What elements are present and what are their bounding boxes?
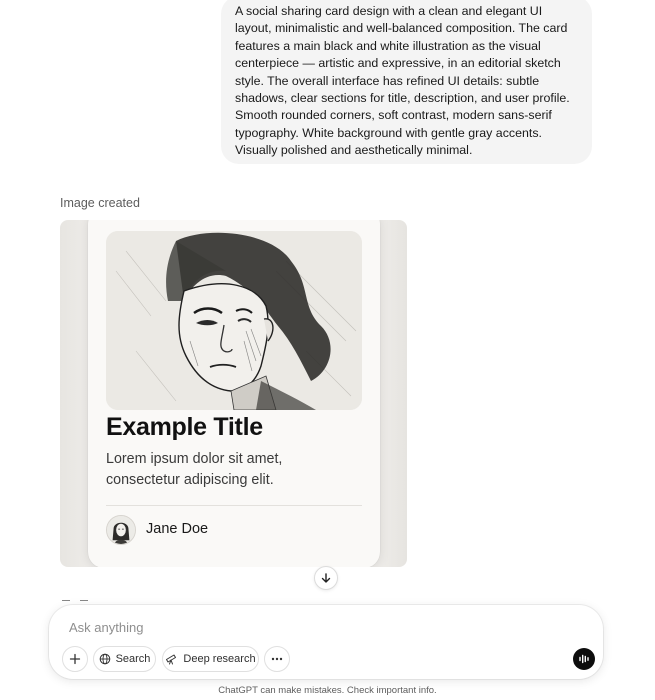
sketch-portrait-illustration — [106, 231, 362, 410]
voice-waveform-icon — [579, 654, 589, 664]
search-button-label: Search — [115, 653, 151, 665]
disclaimer-text: ChatGPT can make mistakes. Check importa… — [218, 685, 437, 696]
search-button[interactable]: Search — [93, 646, 156, 672]
prompt-input[interactable] — [69, 617, 569, 637]
card-divider — [106, 505, 362, 506]
more-tools-button[interactable] — [264, 646, 290, 672]
plus-icon — [69, 653, 81, 665]
deep-research-button[interactable]: Deep research — [162, 646, 259, 672]
card-description: Lorem ipsum dolor sit amet, consectetur … — [106, 451, 283, 488]
add-button[interactable] — [62, 646, 88, 672]
globe-icon — [99, 653, 110, 665]
voice-mode-button[interactable] — [573, 648, 595, 670]
deep-research-button-label: Deep research — [183, 653, 256, 665]
arrow-down-icon — [321, 573, 331, 583]
social-card: Example Title Lorem ipsum dolor sit amet… — [88, 220, 380, 567]
image-created-label: Image created — [60, 196, 140, 210]
ellipsis-icon — [271, 657, 283, 661]
user-message-text: A social sharing card design with a clea… — [235, 4, 570, 158]
user-message-bubble: A social sharing card design with a clea… — [221, 0, 592, 164]
composer: Search Deep research — [49, 605, 603, 679]
scroll-down-button[interactable] — [314, 566, 338, 590]
generated-image[interactable]: Example Title Lorem ipsum dolor sit amet… — [60, 220, 407, 567]
telescope-icon — [166, 654, 177, 665]
author-avatar — [106, 515, 136, 545]
author-name: Jane Doe — [146, 521, 209, 537]
chat-page: A social sharing card design with a clea… — [0, 0, 655, 700]
card-title: Example Title — [106, 413, 263, 441]
